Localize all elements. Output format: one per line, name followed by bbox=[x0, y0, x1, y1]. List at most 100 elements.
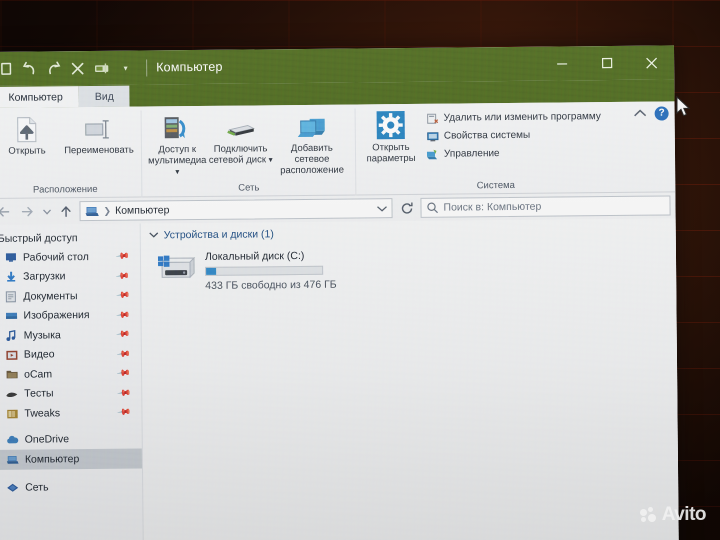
forward-button[interactable] bbox=[17, 202, 36, 222]
tab-view[interactable]: Вид bbox=[78, 85, 130, 108]
file-explorer-window: ▾ Компьютер Компьютер Вид ? Открыть Пере… bbox=[0, 45, 679, 540]
pin-icon[interactable]: 📌 bbox=[115, 307, 131, 323]
system-small-buttons: Удалить или изменить программу Свойства … bbox=[422, 106, 608, 162]
map-network-drive-text: Подключить сетевой диск bbox=[208, 143, 268, 166]
videos-icon bbox=[5, 348, 18, 361]
add-network-location-label: Добавить сетевое расположение bbox=[280, 142, 345, 177]
computer-management-button[interactable]: Управление bbox=[426, 145, 601, 162]
search-icon bbox=[426, 202, 438, 214]
maximize-button[interactable] bbox=[584, 46, 629, 80]
open-button-label: Открыть bbox=[8, 145, 46, 157]
network-icon bbox=[6, 481, 19, 494]
close-button[interactable] bbox=[629, 45, 674, 79]
pin-icon[interactable]: 📌 bbox=[115, 249, 130, 265]
sidebar-item-onedrive[interactable]: OneDrive bbox=[0, 429, 142, 450]
media-server-button[interactable]: Доступ к мультимедиа ▾ bbox=[146, 110, 209, 178]
add-network-location-button[interactable]: Добавить сетевое расположение bbox=[272, 109, 351, 177]
sidebar-item-videos[interactable]: Видео 📌 bbox=[0, 344, 141, 365]
drive-name: Локальный диск (C:) bbox=[204, 249, 305, 263]
quick-access-toolbar: ▾ bbox=[0, 58, 156, 78]
quick-access-header[interactable]: Быстрый доступ bbox=[0, 229, 140, 248]
sidebar-item-label: Сеть bbox=[25, 481, 49, 494]
rename-icon bbox=[82, 113, 116, 143]
sidebar-item-label: Tweaks bbox=[24, 407, 61, 420]
back-button[interactable] bbox=[0, 202, 14, 222]
avito-watermark-text: Avito bbox=[661, 504, 707, 525]
tab-computer[interactable]: Компьютер bbox=[0, 86, 79, 108]
map-network-drive-label: Подключить сетевой диск ▾ bbox=[208, 143, 273, 166]
rename-icon[interactable] bbox=[94, 60, 109, 75]
chevron-down-icon[interactable]: ▾ bbox=[175, 167, 179, 176]
sidebar-item-desktop[interactable]: Рабочий стол 📌 bbox=[0, 247, 140, 268]
avito-watermark: Avito bbox=[639, 504, 707, 526]
customize-chevron-icon[interactable]: ▾ bbox=[118, 60, 133, 75]
pin-icon[interactable]: 📌 bbox=[115, 268, 130, 284]
sidebar-item-ocam[interactable]: oCam 📌 bbox=[0, 364, 141, 385]
up-button[interactable] bbox=[56, 201, 75, 221]
system-properties-icon bbox=[426, 130, 439, 143]
uninstall-program-button[interactable]: Удалить или изменить программу bbox=[426, 109, 601, 126]
computer-icon bbox=[6, 453, 19, 466]
sidebar-item-downloads[interactable]: Загрузки 📌 bbox=[0, 266, 140, 287]
properties-icon[interactable] bbox=[0, 61, 13, 76]
search-input[interactable]: Поиск в: Компьютер bbox=[443, 201, 541, 214]
devices-group-label: Устройства и диски (1) bbox=[163, 228, 274, 242]
undo-icon[interactable] bbox=[22, 61, 37, 76]
pin-icon[interactable]: 📌 bbox=[115, 346, 131, 362]
media-server-text: Доступ к мультимедиа bbox=[148, 144, 207, 167]
sidebar-item-label: Документы bbox=[23, 289, 78, 303]
sidebar-item-label: Музыка bbox=[23, 329, 61, 342]
ribbon-group-location: Открыть Переименовать Расположение bbox=[0, 111, 141, 199]
sidebar-item-tests[interactable]: Тесты 📌 bbox=[0, 383, 141, 404]
open-button[interactable]: Открыть bbox=[0, 111, 61, 157]
refresh-button[interactable] bbox=[396, 198, 416, 218]
folder-icon bbox=[5, 368, 18, 381]
local-disk-icon bbox=[157, 250, 197, 282]
drive-info: Локальный диск (C:) 433 ГБ свободно из 4… bbox=[205, 249, 337, 292]
sidebar-item-label: oCam bbox=[24, 368, 53, 381]
recent-locations-button[interactable] bbox=[40, 201, 52, 221]
title-bar: ▾ Компьютер bbox=[0, 45, 675, 86]
pin-icon[interactable]: 📌 bbox=[116, 405, 132, 421]
address-bar[interactable]: ❯ Компьютер bbox=[79, 198, 393, 222]
sidebar-item-computer[interactable]: Компьютер bbox=[0, 448, 143, 470]
sidebar-item-documents[interactable]: Документы 📌 bbox=[0, 286, 140, 307]
pin-icon[interactable]: 📌 bbox=[116, 366, 131, 382]
folder-icon bbox=[5, 387, 18, 400]
folder-icon bbox=[5, 407, 18, 420]
minimize-button[interactable] bbox=[539, 46, 584, 80]
sidebar-item-label: Компьютер bbox=[24, 452, 80, 466]
breadcrumb-computer[interactable]: Компьютер bbox=[115, 204, 169, 217]
pin-icon[interactable]: 📌 bbox=[115, 288, 131, 304]
map-network-drive-button[interactable]: Подключить сетевой диск ▾ bbox=[208, 109, 273, 166]
pin-icon[interactable]: 📌 bbox=[116, 385, 131, 401]
add-network-location-icon bbox=[296, 111, 328, 141]
sidebar-item-music[interactable]: Музыка 📌 bbox=[0, 325, 141, 346]
redo-icon[interactable] bbox=[46, 61, 61, 76]
system-properties-button[interactable]: Свойства системы bbox=[426, 127, 601, 144]
sidebar-item-label: Загрузки bbox=[23, 270, 66, 283]
drive-item[interactable]: Локальный диск (C:) 433 ГБ свободно из 4… bbox=[141, 236, 676, 292]
drive-capacity-fill bbox=[206, 267, 217, 275]
settings-gear-icon bbox=[376, 110, 406, 140]
rename-button[interactable]: Переименовать bbox=[61, 111, 137, 157]
pictures-icon bbox=[4, 309, 17, 322]
documents-icon bbox=[4, 290, 17, 303]
address-dropdown-icon[interactable] bbox=[376, 199, 387, 217]
media-server-icon bbox=[162, 112, 192, 142]
uninstall-program-icon bbox=[426, 112, 439, 125]
delete-icon[interactable] bbox=[70, 61, 85, 76]
drive-free-space: 433 ГБ свободно из 476 ГБ bbox=[205, 278, 337, 292]
pin-icon[interactable]: 📌 bbox=[115, 327, 131, 343]
map-network-drive-icon bbox=[223, 111, 257, 141]
sidebar-item-label: Тесты bbox=[24, 387, 54, 400]
sidebar-item-pictures[interactable]: Изображения 📌 bbox=[0, 305, 141, 326]
sidebar-item-network[interactable]: Сеть bbox=[0, 477, 142, 498]
open-settings-button[interactable]: Открыть параметры bbox=[360, 108, 423, 165]
search-box[interactable]: Поиск в: Компьютер bbox=[420, 195, 671, 218]
sidebar-item-tweaks[interactable]: Tweaks 📌 bbox=[0, 403, 142, 424]
avito-logo-icon bbox=[639, 506, 657, 524]
content-pane: Устройства и диски (1) Локальный диск (C… bbox=[139, 218, 679, 540]
chevron-down-icon[interactable] bbox=[149, 230, 159, 240]
explorer-body: Быстрый доступ Рабочий стол 📌 Загрузки 📌… bbox=[0, 218, 679, 540]
